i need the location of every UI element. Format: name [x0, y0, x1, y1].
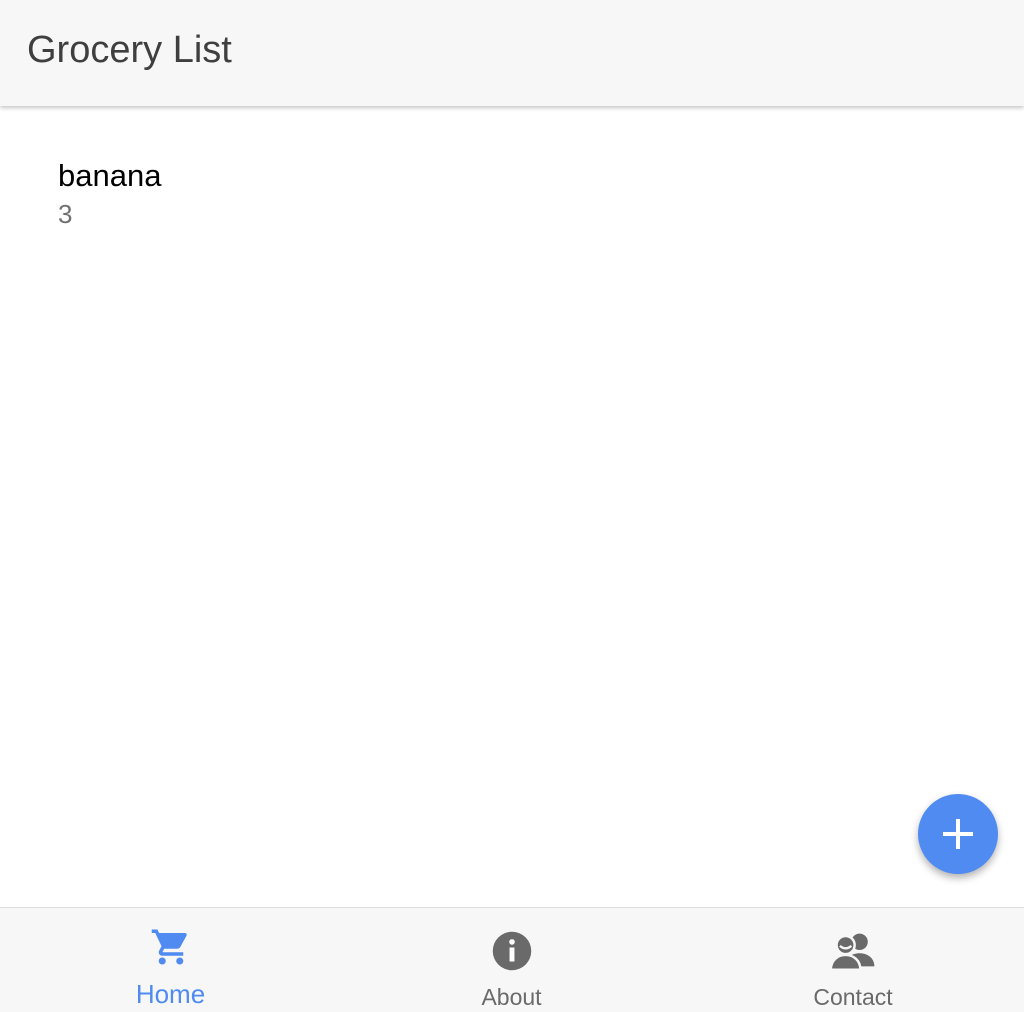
info-icon: [492, 931, 531, 971]
tab-contact[interactable]: Contact: [682, 908, 1024, 1012]
add-item-button[interactable]: [918, 794, 998, 874]
tab-home[interactable]: Home: [0, 908, 341, 1012]
shopping-cart-icon: [151, 929, 187, 965]
page-title: Grocery List: [27, 29, 232, 71]
plus-icon: [943, 819, 973, 849]
tab-contact-label: Contact: [813, 984, 893, 1010]
item-quantity: 3: [58, 199, 73, 229]
app-header: Grocery List: [0, 0, 1024, 106]
contacts-icon: [830, 933, 875, 970]
tab-about-label: About: [481, 984, 542, 1010]
list-item[interactable]: banana 3: [0, 106, 1024, 246]
tab-about[interactable]: About: [341, 908, 682, 1012]
item-name: banana: [58, 158, 162, 193]
tab-home-label: Home: [135, 979, 206, 1009]
app-root: Grocery List banana 3 Home About Contact: [0, 0, 1024, 1012]
grocery-list: banana 3: [0, 106, 1024, 246]
bottom-navigation: Home About Contact: [0, 907, 1024, 1012]
